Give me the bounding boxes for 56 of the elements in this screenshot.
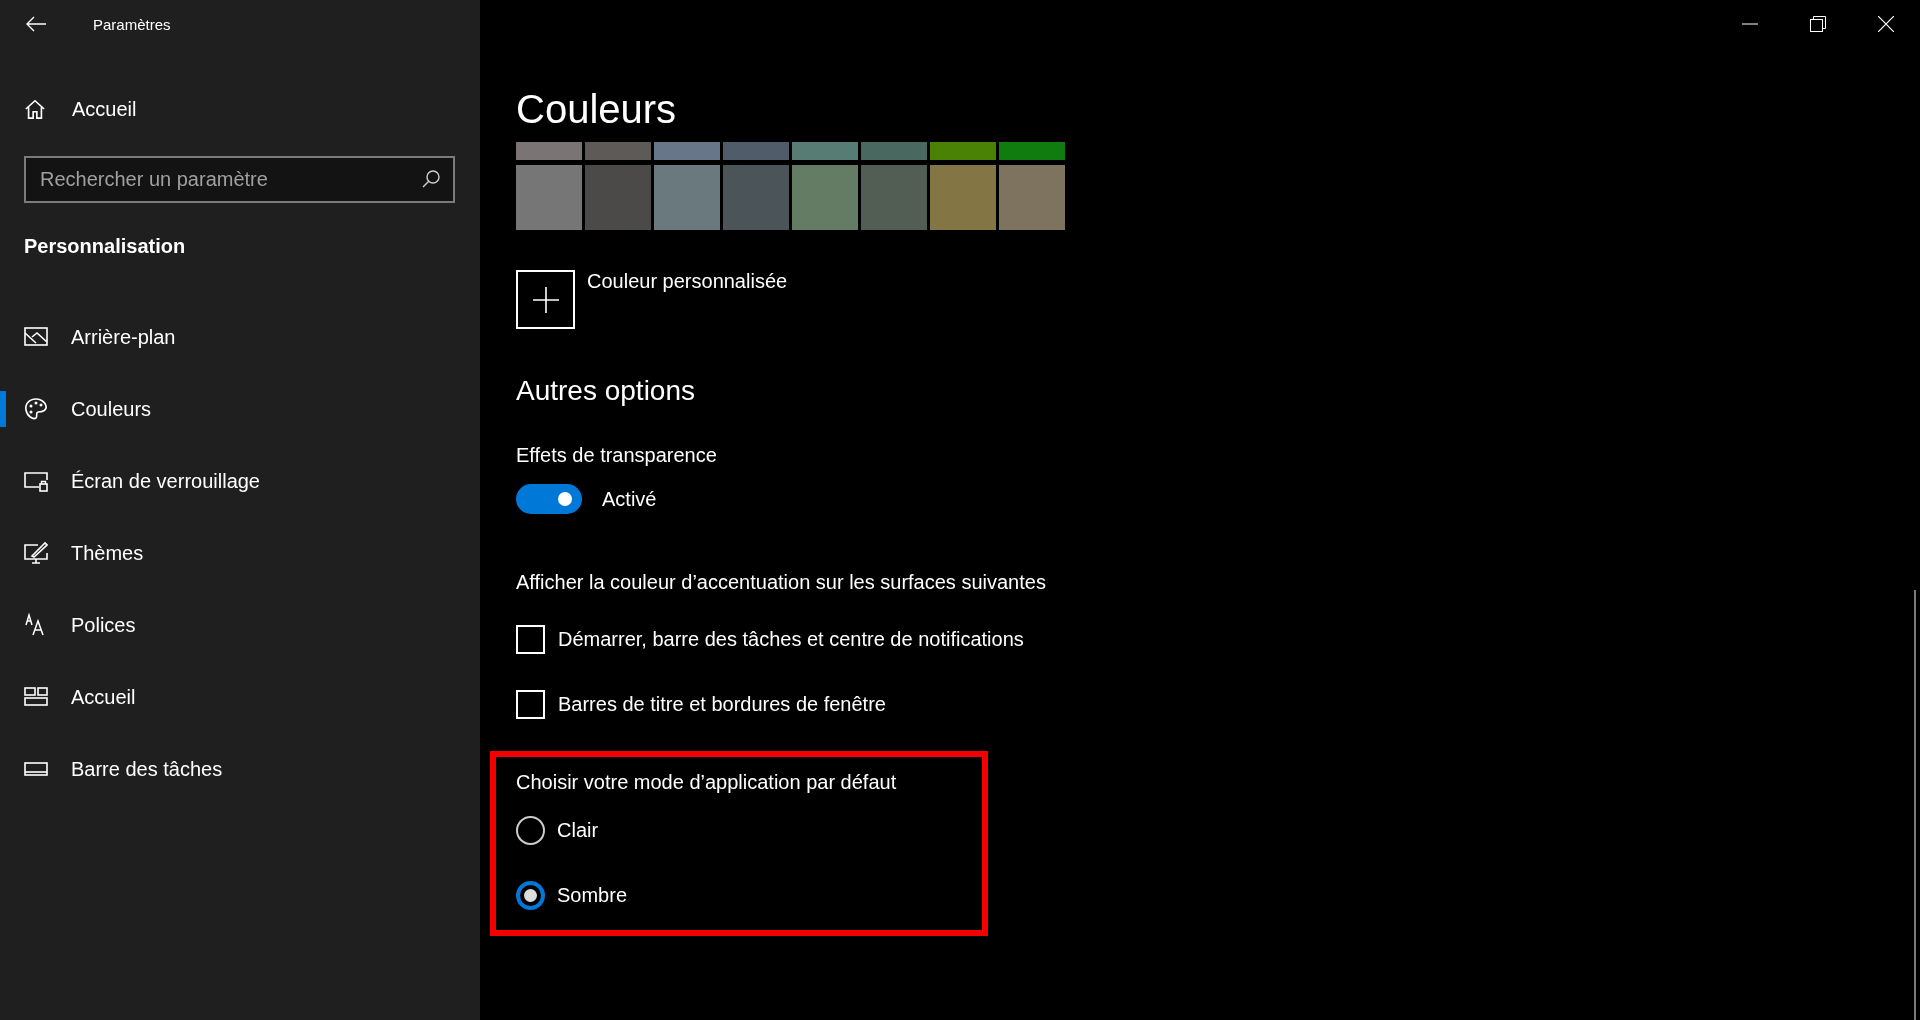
checkbox-option[interactable]: Barres de titre et bordures de fenêtre [516,690,886,719]
close-icon [1878,16,1894,32]
window-title: Paramètres [93,15,171,33]
radio-button[interactable] [516,881,545,910]
color-swatch[interactable] [654,165,720,230]
color-swatch[interactable] [516,165,582,230]
page-title: Couleurs [516,87,677,132]
picture-icon [24,325,48,349]
color-swatch[interactable] [792,165,858,230]
section-heading: Autres options [516,375,695,407]
sidebar-item[interactable]: Écran de verrouillage [0,445,480,517]
setting-label: Afficher la couleur d’accentuation sur les surfaces suivantes [516,571,1046,594]
search-field[interactable]: Rechercher un paramètre [24,156,455,203]
lock-screen-icon [24,469,48,493]
radio-option[interactable]: Sombre [516,881,628,910]
custom-color-button[interactable]: Couleur personnalisée [516,265,788,329]
plus-icon [532,286,559,313]
scrollbar[interactable] [1914,590,1916,1020]
section-heading: Personnalisation [24,235,186,258]
house-icon [24,98,46,120]
home-nav-item[interactable]: Accueil [0,85,480,133]
toggle-state-label: Activé [602,487,657,511]
restore-icon [1810,16,1826,32]
sidebar-item[interactable]: Accueil [0,661,480,733]
color-swatch[interactable] [999,142,1065,160]
tiles-icon [24,685,48,709]
color-swatch[interactable] [792,142,858,160]
checkbox-option[interactable]: Démarrer, barre des tâches et centre de notifications [516,625,1024,654]
checkbox[interactable] [516,625,545,654]
minimize-icon [1742,23,1758,25]
color-swatch[interactable] [654,142,720,160]
toggle-switch[interactable] [516,484,582,514]
back-arrow-icon [25,16,47,32]
color-swatch[interactable] [861,165,927,230]
sidebar-item[interactable]: Polices [0,589,480,661]
sidebar-item[interactable]: Thèmes [0,517,480,589]
monitor-brush-icon [24,541,48,565]
sidebar-item[interactable]: Arrière-plan [0,301,480,373]
color-swatch[interactable] [999,165,1065,230]
sidebar-item[interactable]: Couleurs [0,373,480,445]
color-swatch[interactable] [585,142,651,160]
setting-label: Choisir votre mode d’application par défaut [516,771,897,794]
search-icon [421,169,441,189]
color-swatch[interactable] [930,142,996,160]
radio-button[interactable] [516,816,545,845]
color-swatch[interactable] [516,142,582,160]
color-swatch[interactable] [723,165,789,230]
setting-label: Effets de transparence [516,444,717,467]
sidebar-item[interactable]: Barre des tâches [0,733,480,805]
checkbox[interactable] [516,690,545,719]
color-swatch[interactable] [723,142,789,160]
radio-option[interactable]: Clair [516,816,599,845]
color-swatch[interactable] [585,165,651,230]
color-swatch[interactable] [861,142,927,160]
palette-icon [24,397,48,421]
color-swatch[interactable] [930,165,996,230]
